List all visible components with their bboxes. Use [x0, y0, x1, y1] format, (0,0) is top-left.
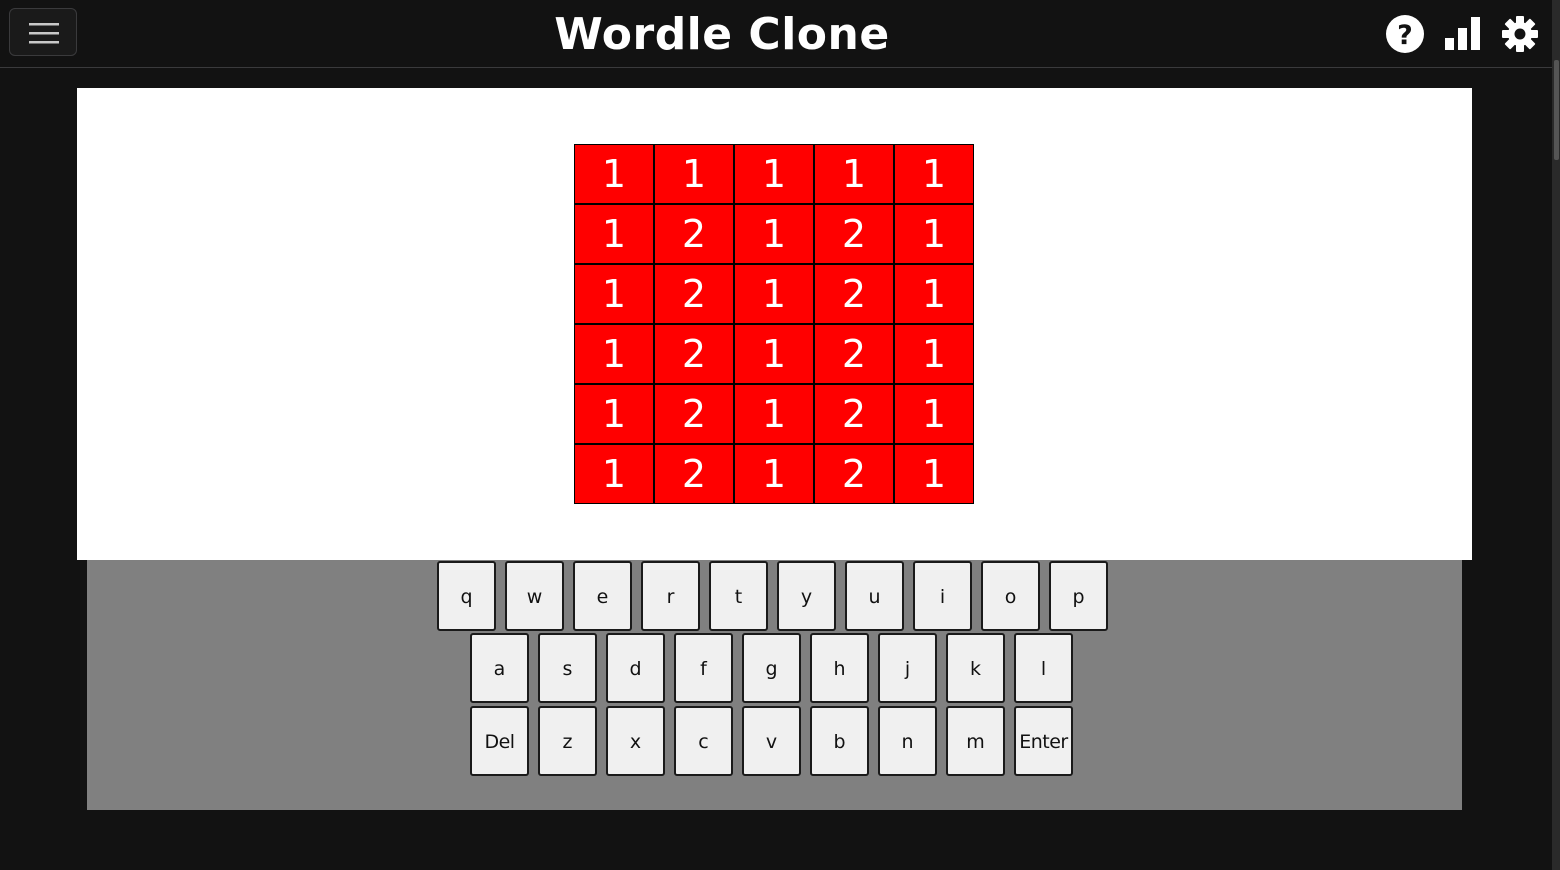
grid-tile: 2 [654, 204, 734, 264]
key-e[interactable]: e [573, 561, 632, 631]
grid-tile: 1 [574, 204, 654, 264]
key-a[interactable]: a [470, 633, 529, 703]
settings-icon[interactable] [1500, 14, 1540, 54]
key-n[interactable]: n [878, 706, 937, 776]
page-title: Wordle Clone [554, 9, 890, 60]
grid-tile: 1 [574, 264, 654, 324]
keyboard-row-3: Del z x c v b n m Enter [470, 706, 1073, 776]
grid-tile: 2 [814, 444, 894, 504]
key-z[interactable]: z [538, 706, 597, 776]
grid-tile: 2 [814, 204, 894, 264]
grid-tile: 1 [894, 144, 974, 204]
key-o[interactable]: o [981, 561, 1040, 631]
keyboard: qwertyuiop asdfghjkl Del z x c v b n m Enter [87, 560, 1462, 810]
key-v[interactable]: v [742, 706, 801, 776]
key-g[interactable]: g [742, 633, 801, 703]
grid-tile: 2 [814, 264, 894, 324]
grid-tile: 2 [654, 324, 734, 384]
grid-tile: 2 [814, 324, 894, 384]
key-u[interactable]: u [845, 561, 904, 631]
key-del[interactable]: Del [470, 706, 529, 776]
grid-tile: 2 [654, 264, 734, 324]
grid-tile: 1 [734, 324, 814, 384]
grid-tile: 1 [734, 384, 814, 444]
key-f[interactable]: f [674, 633, 733, 703]
grid-tile: 1 [574, 444, 654, 504]
help-icon[interactable]: ? [1385, 14, 1425, 54]
grid-tile: 1 [894, 384, 974, 444]
key-w[interactable]: w [505, 561, 564, 631]
grid-tile: 1 [574, 324, 654, 384]
stats-icon[interactable] [1443, 14, 1483, 54]
key-q[interactable]: q [437, 561, 496, 631]
key-x[interactable]: x [606, 706, 665, 776]
grid-tile: 2 [654, 444, 734, 504]
key-c[interactable]: c [674, 706, 733, 776]
key-p[interactable]: p [1049, 561, 1108, 631]
key-b[interactable]: b [810, 706, 869, 776]
key-m[interactable]: m [946, 706, 1005, 776]
key-y[interactable]: y [777, 561, 836, 631]
scrollbar[interactable] [1552, 0, 1560, 870]
key-d[interactable]: d [606, 633, 665, 703]
grid-tile: 1 [894, 444, 974, 504]
key-k[interactable]: k [946, 633, 1005, 703]
grid-tile: 1 [734, 144, 814, 204]
keyboard-row-1: qwertyuiop [437, 561, 1108, 631]
key-enter[interactable]: Enter [1014, 706, 1073, 776]
grid-tile: 1 [734, 204, 814, 264]
key-l[interactable]: l [1014, 633, 1073, 703]
grid-tile: 1 [894, 264, 974, 324]
key-h[interactable]: h [810, 633, 869, 703]
grid-tile: 2 [654, 384, 734, 444]
grid-tile: 1 [574, 144, 654, 204]
key-j[interactable]: j [878, 633, 937, 703]
game-board-panel: 111111212112121121211212112121 [77, 88, 1472, 560]
grid-tile: 1 [894, 204, 974, 264]
key-r[interactable]: r [641, 561, 700, 631]
grid-tile: 1 [734, 444, 814, 504]
game-grid: 111111212112121121211212112121 [574, 144, 974, 504]
grid-tile: 1 [574, 384, 654, 444]
grid-tile: 1 [734, 264, 814, 324]
svg-text:?: ? [1397, 20, 1413, 51]
grid-tile: 1 [814, 144, 894, 204]
grid-tile: 1 [894, 324, 974, 384]
key-i[interactable]: i [913, 561, 972, 631]
key-t[interactable]: t [709, 561, 768, 631]
app-header: Wordle Clone ? [0, 0, 1552, 68]
keyboard-row-2: asdfghjkl [470, 633, 1073, 703]
key-s[interactable]: s [538, 633, 597, 703]
grid-tile: 2 [814, 384, 894, 444]
grid-tile: 1 [654, 144, 734, 204]
scrollbar-thumb[interactable] [1554, 60, 1559, 160]
